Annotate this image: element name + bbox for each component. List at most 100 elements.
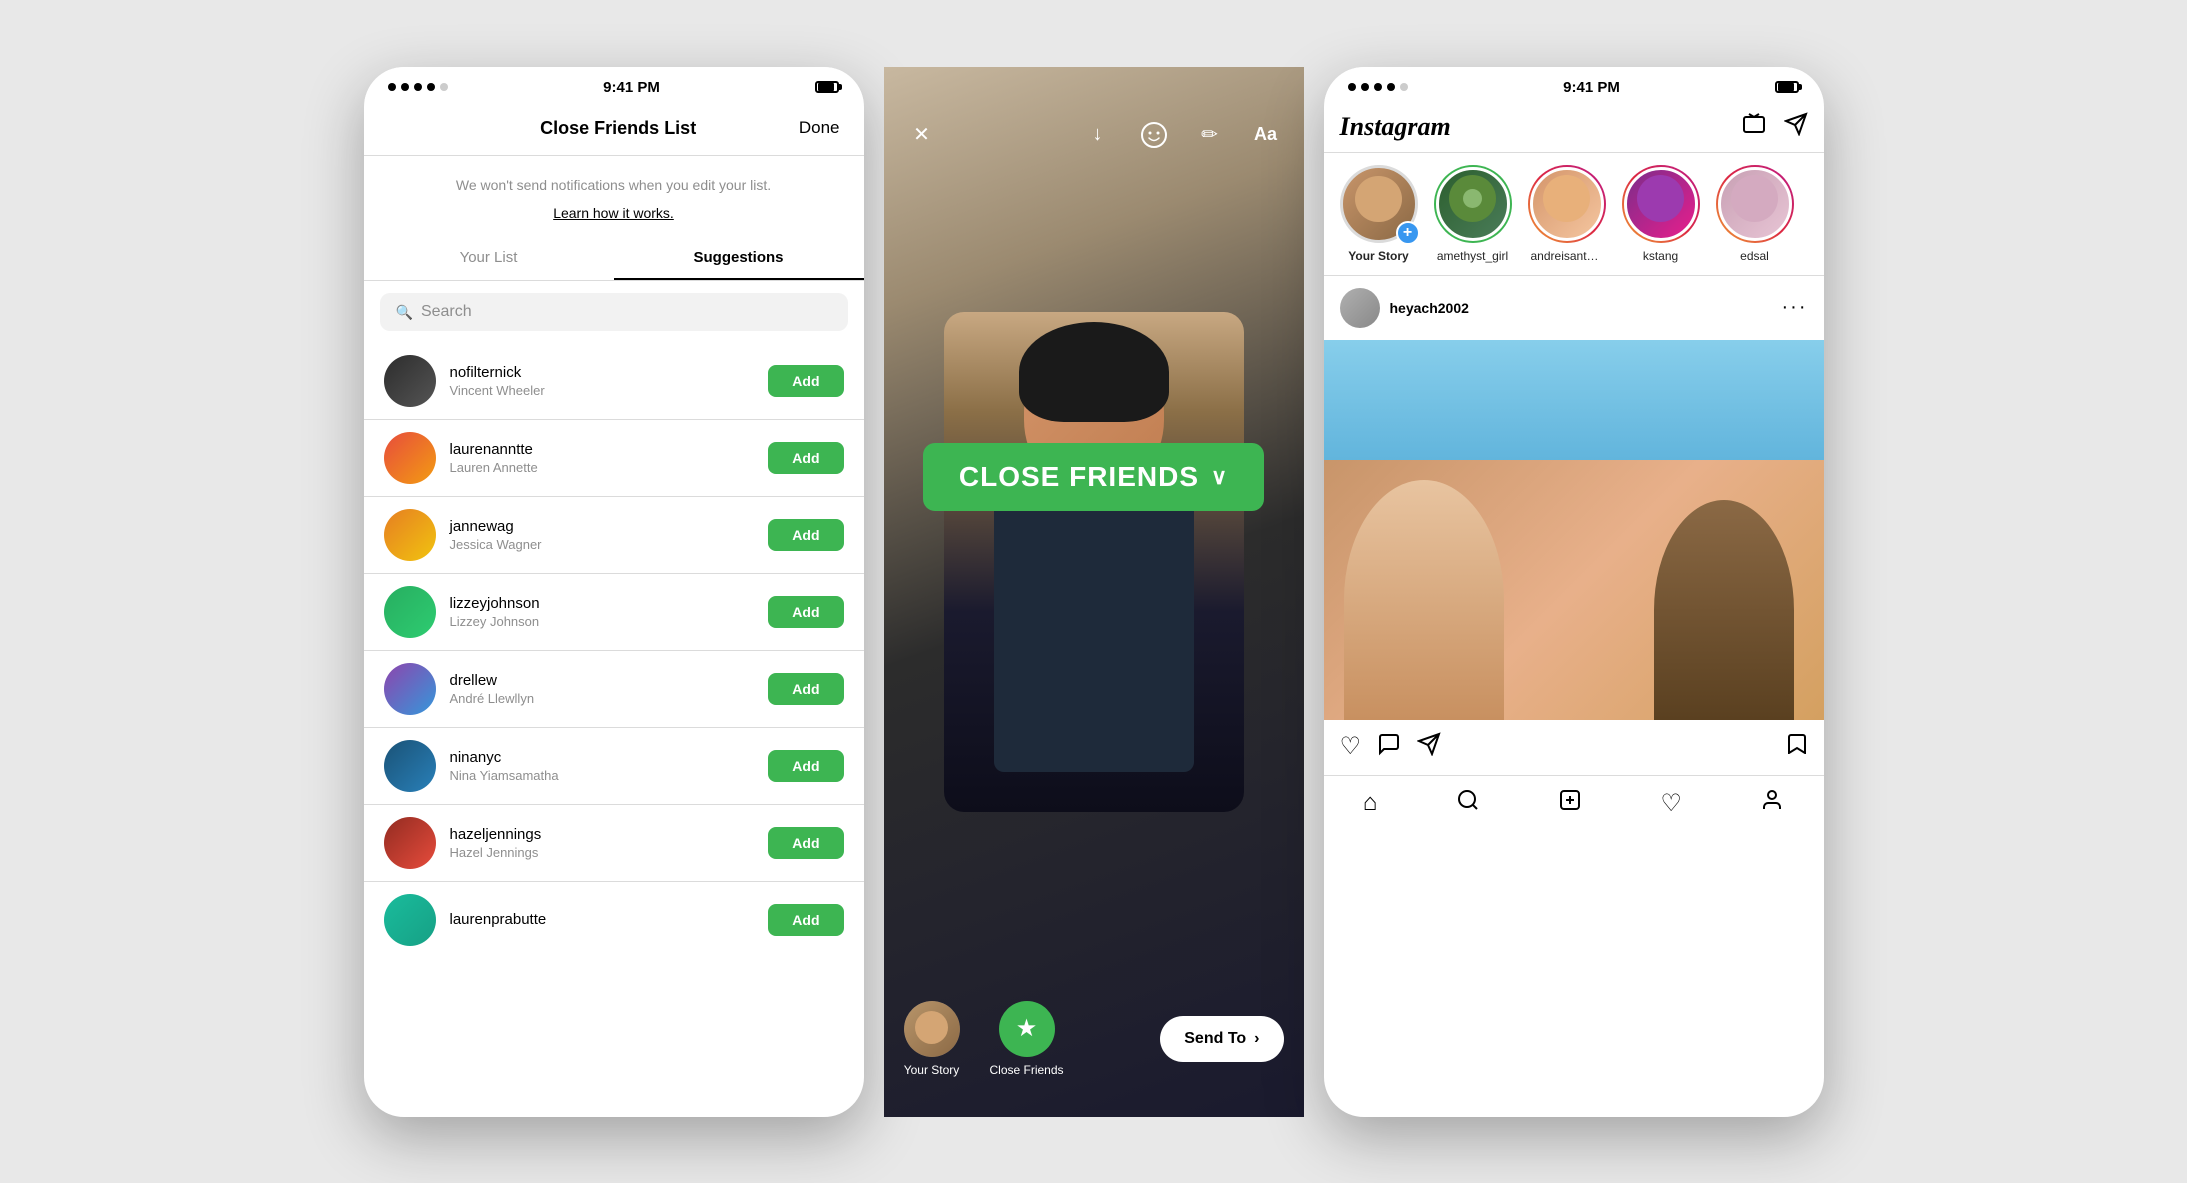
heart-nav-icon[interactable]: ♡ [1660,789,1682,818]
bookmark-icon[interactable] [1786,732,1808,763]
user-fullname: Jessica Wagner [450,537,755,552]
tv-icon[interactable] [1742,112,1766,142]
search-icon: 🔍 [396,304,413,321]
status-time-3: 9:41 PM [1563,79,1620,96]
user-avatar [384,432,436,484]
phone-story: ✕ ↓ ✏ Aa [884,67,1304,1117]
instagram-logo: Instagram [1340,112,1451,142]
sticker-icon[interactable] [1136,117,1172,153]
download-icon[interactable]: ↓ [1080,117,1116,153]
story-bottom: Your Story ★ Close Friends Send To › [884,981,1304,1117]
send-to-button[interactable]: Send To › [1160,1016,1283,1062]
story-kstang[interactable]: kstang [1622,165,1700,263]
story-your-story[interactable]: + Your Story [1340,165,1418,263]
add-icon[interactable] [1558,788,1582,819]
phone-instagram: 9:41 PM Instagram [1324,67,1824,1117]
your-story-option[interactable]: Your Story [904,1001,960,1077]
user-username: jannewag [450,518,755,535]
learn-link[interactable]: Learn how it works. [364,205,864,221]
user-item: nofilternick Vincent Wheeler Add [364,343,864,419]
user-info: laurenanntte Lauren Annette [450,441,755,475]
post-action-left: ♡ [1340,732,1442,763]
post-header: heyach2002 ··· [1324,276,1824,340]
user-fullname: Lizzey Johnson [450,614,755,629]
kstang-name: kstang [1643,249,1678,263]
nav-bar: ⌂ ♡ [1324,775,1824,839]
story-top-bar: ✕ ↓ ✏ Aa [884,67,1304,163]
andrei-name: andreisantalo [1531,249,1603,263]
text-icon[interactable]: Aa [1248,117,1284,153]
chevron-down-icon: ∨ [1211,464,1228,490]
story-amethyst-girl[interactable]: amethyst_girl [1434,165,1512,263]
tab-your-list[interactable]: Your List [364,237,614,280]
cf-badge-label[interactable]: CLOSE FRIENDS ∨ [923,443,1264,511]
close-friends-option[interactable]: ★ Close Friends [990,1001,1064,1077]
user-info: jannewag Jessica Wagner [450,518,755,552]
story-right-icons: ↓ ✏ Aa [1080,117,1284,153]
home-icon[interactable]: ⌂ [1363,789,1378,817]
user-item: laurenanntte Lauren Annette Add [364,420,864,496]
story-edsal[interactable]: edsal [1716,165,1794,263]
user-fullname: Nina Yiamsamatha [450,768,755,783]
search-bar[interactable]: 🔍 Search [380,293,848,331]
user-list: nofilternick Vincent WheelerAddlaurenann… [364,343,864,958]
status-time-1: 9:41 PM [603,79,660,96]
user-item: ninanyc Nina Yiamsamatha Add [364,728,864,804]
user-avatar [384,586,436,638]
user-info: laurenprabutte [450,911,755,930]
direct-icon[interactable] [1784,112,1808,142]
add-user-button[interactable]: Add [768,442,843,474]
post-username: heyach2002 [1390,300,1469,316]
amethyst-avatar-ring [1434,165,1512,243]
close-friends-badge: CLOSE FRIENDS ∨ [884,443,1304,511]
tab-suggestions[interactable]: Suggestions [614,237,864,280]
add-user-button[interactable]: Add [768,904,843,936]
search-nav-icon[interactable] [1456,788,1480,819]
user-info: ninanyc Nina Yiamsamatha [450,749,755,783]
post-user: heyach2002 [1340,288,1469,328]
story-andreisantalo[interactable]: andreisantalo [1528,165,1606,263]
draw-icon[interactable]: ✏ [1192,117,1228,153]
like-icon[interactable]: ♡ [1340,732,1362,763]
kstang-avatar-ring [1622,165,1700,243]
add-user-button[interactable]: Add [768,596,843,628]
user-username: laurenprabutte [450,911,755,928]
user-fullname: Lauren Annette [450,460,755,475]
user-fullname: André Llewllyn [450,691,755,706]
list-title: Close Friends List [540,118,696,139]
your-story-label: Your Story [904,1063,960,1077]
add-user-button[interactable]: Add [768,673,843,705]
user-avatar [384,355,436,407]
post-more-button[interactable]: ··· [1782,296,1808,319]
share-icon[interactable] [1417,732,1441,763]
profile-icon[interactable] [1760,788,1784,819]
post-avatar [1340,288,1380,328]
phone-close-friends: 9:41 PM Close Friends List Done We won't… [364,67,864,1117]
andrei-avatar-ring [1528,165,1606,243]
add-user-button[interactable]: Add [768,365,843,397]
signal-dots-3 [1348,83,1408,91]
user-fullname: Vincent Wheeler [450,383,755,398]
signal-dots [388,83,448,91]
add-user-button[interactable]: Add [768,750,843,782]
add-user-button[interactable]: Add [768,519,843,551]
search-placeholder: Search [421,303,472,321]
user-item: drellew André LlewllynAdd [364,651,864,727]
status-bar-1: 9:41 PM [364,67,864,102]
edsal-avatar-ring [1716,165,1794,243]
done-button[interactable]: Done [799,118,840,138]
close-icon[interactable]: ✕ [904,117,940,153]
add-user-button[interactable]: Add [768,827,843,859]
user-item: lizzeyjohnson Lizzey JohnsonAdd [364,574,864,650]
user-info: nofilternick Vincent Wheeler [450,364,755,398]
status-bar-3: 9:41 PM [1324,67,1824,102]
user-item: laurenprabutte Add [364,882,864,958]
close-friends-star: ★ [999,1001,1055,1057]
user-username: hazeljennings [450,826,755,843]
user-item: hazeljennings Hazel JenningsAdd [364,805,864,881]
notification-text: We won't send notifications when you edi… [364,156,864,206]
comment-icon[interactable] [1377,732,1401,763]
add-story-badge: + [1396,221,1420,245]
your-story-avatar [904,1001,960,1057]
battery-1 [815,81,839,93]
